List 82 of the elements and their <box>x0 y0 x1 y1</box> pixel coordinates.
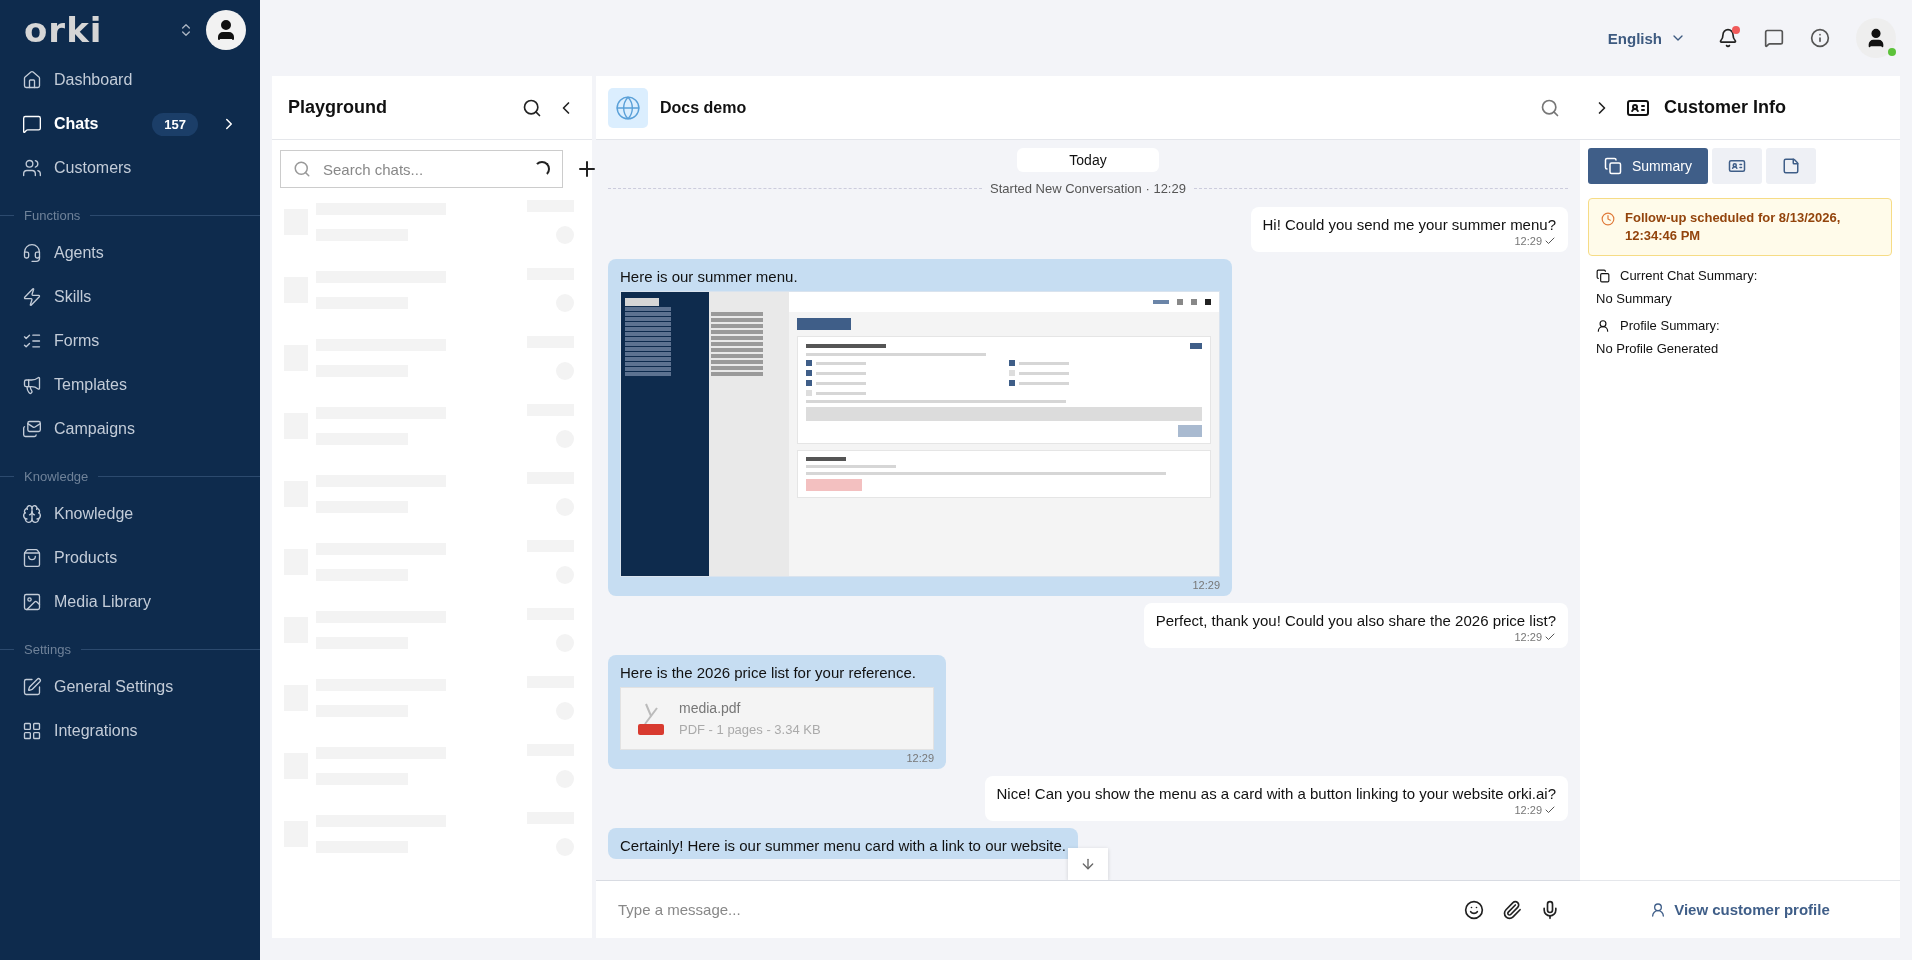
sidebar-item[interactable]: Campaigns <box>0 407 260 451</box>
message-time: 12:29 <box>1514 235 1542 247</box>
message-time: 12:29 <box>1514 631 1542 643</box>
message-text: Here is our summer menu. <box>620 268 799 285</box>
conversation-started-note: Started New Conversation · 12:29 <box>990 181 1186 196</box>
sidebar-item[interactable]: Agents <box>0 231 260 275</box>
sidebar-item[interactable]: Knowledge <box>0 492 260 536</box>
sidebar-item[interactable]: Forms <box>0 319 260 363</box>
count-badge: 157 <box>152 112 198 136</box>
file-details: PDF - 1 pages - 3.34 KB <box>679 722 821 737</box>
copy-icon <box>1604 157 1622 175</box>
lightning-icon <box>22 287 42 307</box>
pencil-square-icon <box>22 677 42 697</box>
person-icon <box>1596 318 1610 333</box>
message-text: Certainly! Here is our summer menu card with a link to our website. <box>620 837 1066 854</box>
message-time: 12:29 <box>1192 579 1220 591</box>
logo: orki <box>24 13 104 47</box>
image-icon <box>22 592 42 612</box>
message-text: Perfect, thank you! Could you also share the 2026 price list? <box>1155 612 1556 629</box>
chat-icon[interactable] <box>1764 28 1784 48</box>
sidebar-item[interactable]: Skills <box>0 275 260 319</box>
clock-icon <box>1601 212 1615 226</box>
sidebar-item[interactable]: Products <box>0 536 260 580</box>
user-avatar[interactable] <box>1856 18 1896 58</box>
message-composer[interactable]: Type a message... <box>596 880 1580 938</box>
language-dropdown[interactable]: English <box>1601 28 1692 48</box>
sidebar-item[interactable]: Media Library <box>0 580 260 624</box>
scroll-down-button[interactable] <box>1068 848 1108 880</box>
message-text: Nice! Can you show the menu as a card with a button linking to your website orki.ai? <box>996 785 1556 802</box>
message-time: 12:29 <box>1514 804 1542 816</box>
headset-icon <box>22 243 42 263</box>
pdf-file-icon <box>637 701 665 736</box>
sticky-note-icon <box>1781 157 1800 175</box>
info-icon[interactable] <box>1810 28 1830 48</box>
panel-title: Customer Info <box>1664 97 1786 118</box>
shopping-bag-icon <box>22 548 42 568</box>
view-profile-link[interactable]: View customer profile <box>1650 901 1830 918</box>
notifications-icon[interactable] <box>1718 28 1738 48</box>
section-title: Current Chat Summary: <box>1620 268 1758 283</box>
section-title: Profile Summary: <box>1620 318 1720 333</box>
section-value: No Profile Generated <box>1596 341 1720 356</box>
message-text: Hi! Could you send me your summer menu? <box>1262 216 1556 233</box>
sidebar-item[interactable]: Integrations <box>0 709 260 753</box>
sidebar-item[interactable]: General Settings <box>0 665 260 709</box>
section-heading: Settings <box>24 642 71 657</box>
users-icon <box>22 158 42 178</box>
person-icon <box>1650 901 1667 918</box>
section-value: No Summary <box>1596 291 1673 306</box>
follow-up-text: Follow-up scheduled for 8/13/2026, 12:34:46 PM <box>1625 209 1842 245</box>
attachment-icon[interactable] <box>1502 899 1522 920</box>
message-text: Here is the 2026 price list for your reference. <box>620 664 917 681</box>
panel-tab[interactable]: Summary <box>1588 148 1708 184</box>
sidebar-item[interactable]: Chats 157 <box>0 102 260 146</box>
panel-title: Playground <box>288 97 388 118</box>
file-attachment[interactable]: media.pdf PDF - 1 pages - 3.34 KB <box>620 687 934 750</box>
date-label: Today <box>1017 148 1159 172</box>
grid-plus-icon <box>22 721 42 741</box>
account-avatar[interactable] <box>206 10 246 50</box>
section-heading: Knowledge <box>24 469 89 484</box>
message-time: 12:29 <box>906 752 934 764</box>
chat-title: Docs demo <box>660 98 748 117</box>
chat-bubble-icon <box>22 114 42 134</box>
mail-stack-icon <box>22 419 42 439</box>
copy-icon <box>1596 268 1610 283</box>
panel-tab[interactable] <box>1711 148 1762 184</box>
id-card-icon <box>1727 157 1746 175</box>
search-field[interactable]: Search chats... <box>280 150 563 188</box>
sidebar-item[interactable]: Dashboard <box>0 58 260 102</box>
megaphone-icon <box>22 375 42 395</box>
emoji-icon[interactable] <box>1464 899 1484 920</box>
sidebar-item[interactable]: Customers <box>0 146 260 190</box>
microphone-icon[interactable] <box>1540 899 1560 920</box>
sidebar-item[interactable]: Templates <box>0 363 260 407</box>
globe-icon <box>608 87 648 128</box>
search-icon[interactable] <box>522 97 542 118</box>
section-heading: Functions <box>24 208 81 223</box>
file-name: media.pdf <box>679 700 742 716</box>
panel-tab[interactable] <box>1765 148 1816 184</box>
brain-icon <box>22 504 42 524</box>
house-icon <box>22 70 42 90</box>
list-icon <box>22 331 42 351</box>
search-icon <box>293 160 311 178</box>
